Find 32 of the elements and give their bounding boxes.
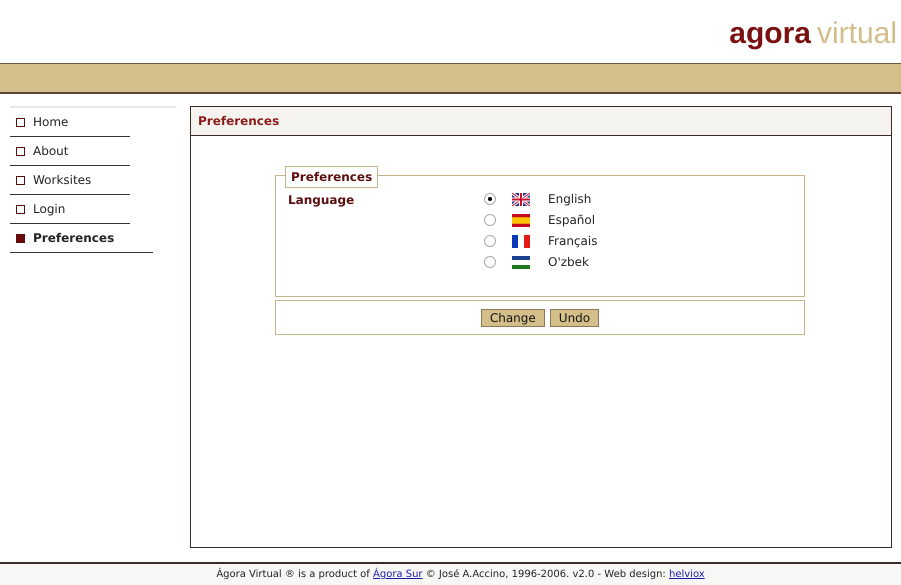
panel-title: Preferences xyxy=(198,113,280,130)
language-option: Français xyxy=(548,232,598,250)
nav-item[interactable]: Home xyxy=(10,108,130,137)
nav-item[interactable]: Preferences xyxy=(10,224,153,253)
nav-item[interactable]: Login xyxy=(10,195,130,224)
language-option: English xyxy=(548,190,592,208)
footer-link[interactable]: helviox xyxy=(668,569,705,580)
form-button[interactable]: Change xyxy=(480,308,545,326)
language-option: O'zbek xyxy=(548,253,589,271)
flag-icon xyxy=(512,256,530,268)
language-option: Español xyxy=(548,211,596,229)
radio-button[interactable] xyxy=(484,256,496,268)
flag-icon xyxy=(512,234,530,248)
nav-item[interactable]: About xyxy=(10,137,130,166)
language-label: Language xyxy=(288,192,356,209)
footer-link[interactable]: Ágora Sur xyxy=(373,569,423,580)
square-icon xyxy=(16,118,25,126)
square-icon xyxy=(16,146,25,156)
logo-text: virtual xyxy=(816,19,897,49)
fieldset-legend: Preferences xyxy=(285,166,378,188)
logo-text: agora xyxy=(729,19,811,49)
radio-button[interactable] xyxy=(484,214,496,226)
footer-text: Ágora Virtual ® is a product of Ágora Sur © José A.Accino, 1996-2006. v2.0 - Web design: helviox xyxy=(216,567,705,582)
nav-item[interactable]: Worksites xyxy=(10,166,130,195)
radio-button[interactable] xyxy=(484,193,496,205)
square-icon xyxy=(16,204,25,214)
form-button[interactable]: Undo xyxy=(550,308,600,326)
square-icon xyxy=(16,234,25,242)
square-icon xyxy=(16,176,25,184)
flag-icon xyxy=(512,192,530,206)
radio-button[interactable] xyxy=(484,235,496,247)
flag-icon xyxy=(512,214,530,226)
